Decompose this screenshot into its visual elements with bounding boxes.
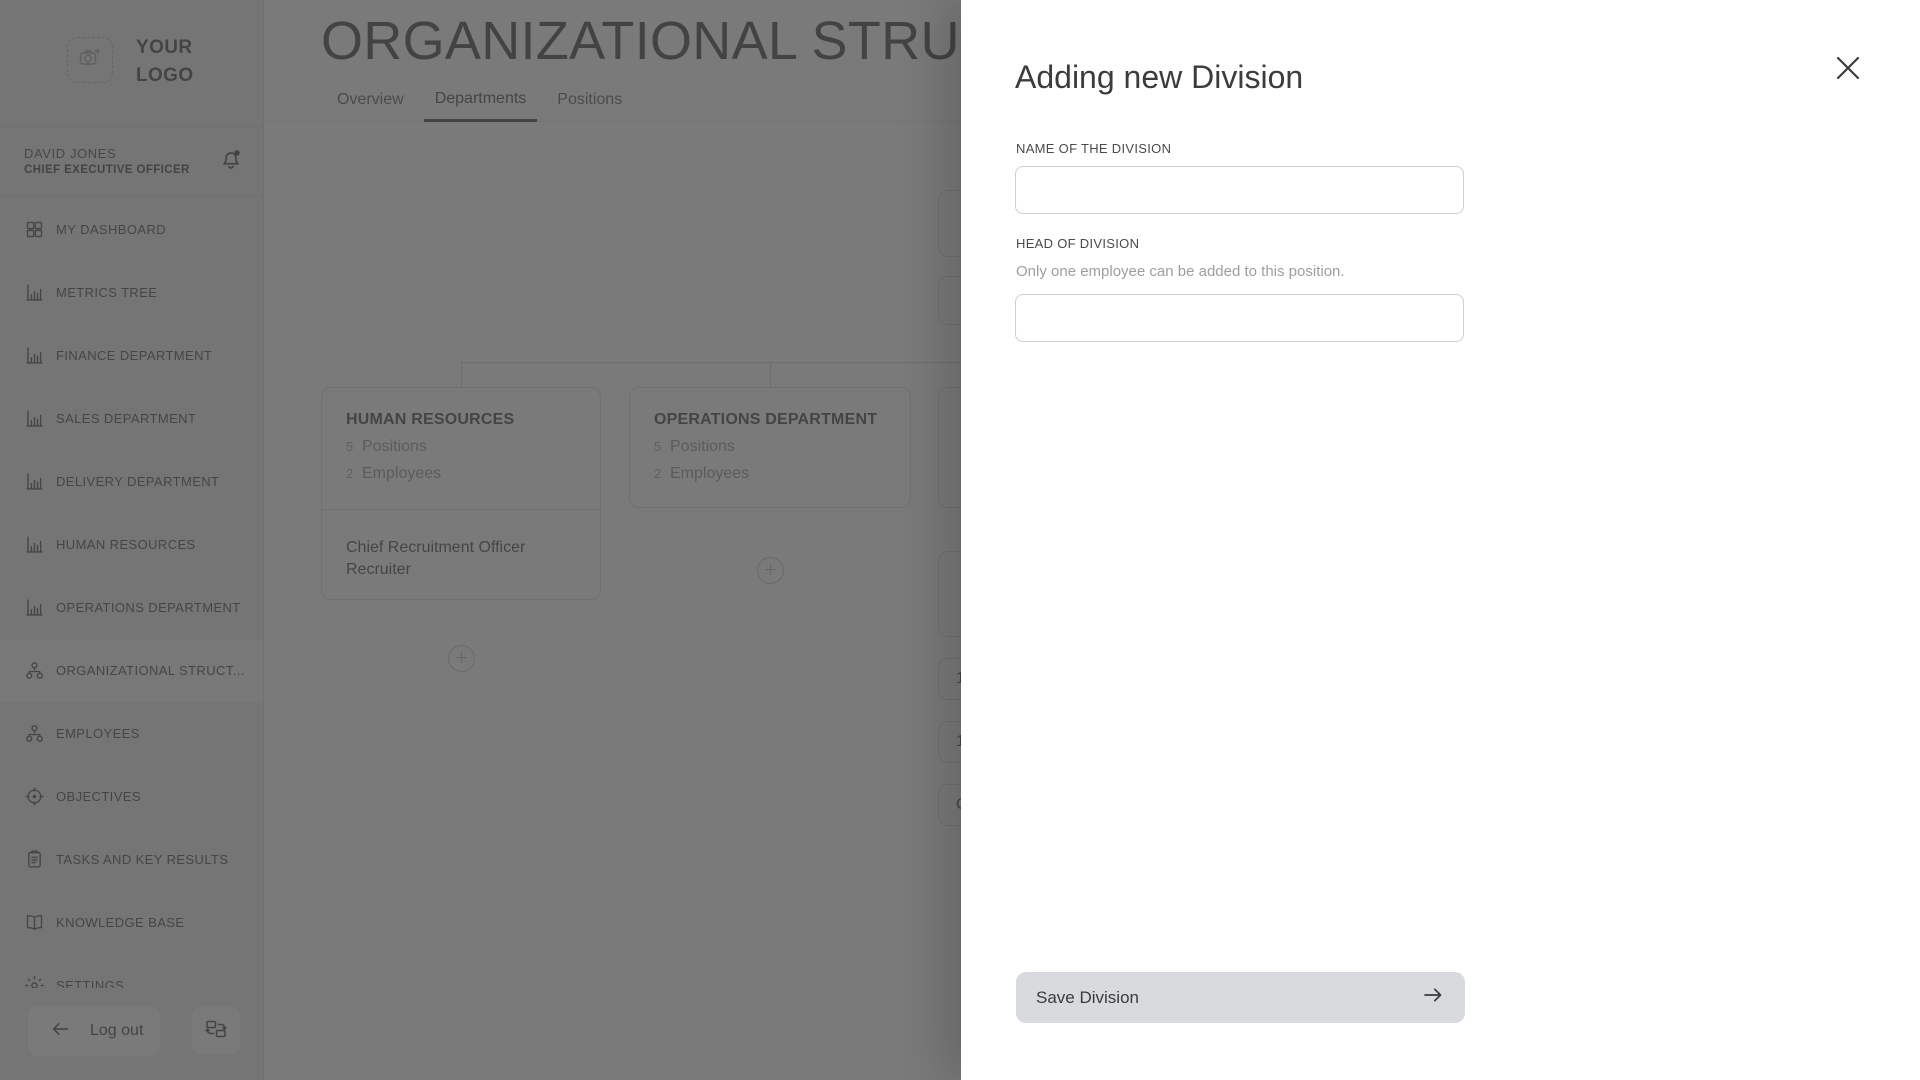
add-division-modal: Adding new Division NAME OF THE DIVISION… [961,0,1920,1080]
app-root: ORGANIZATIONAL STRUCTURE OverviewDepartm… [0,0,1920,1080]
arrow-right-icon [1421,983,1445,1012]
save-division-label: Save Division [1036,988,1139,1008]
save-division-button[interactable]: Save Division [1016,972,1465,1023]
head-of-division-input[interactable] [1015,294,1464,342]
head-of-division-label: HEAD OF DIVISION [1016,236,1139,251]
close-icon [1832,52,1864,87]
division-name-label: NAME OF THE DIVISION [1016,141,1171,156]
modal-title: Adding new Division [1015,59,1303,96]
head-of-division-helper: Only one employee can be added to this p… [1016,263,1345,280]
close-button[interactable] [1830,51,1866,87]
division-name-input[interactable] [1015,166,1464,214]
